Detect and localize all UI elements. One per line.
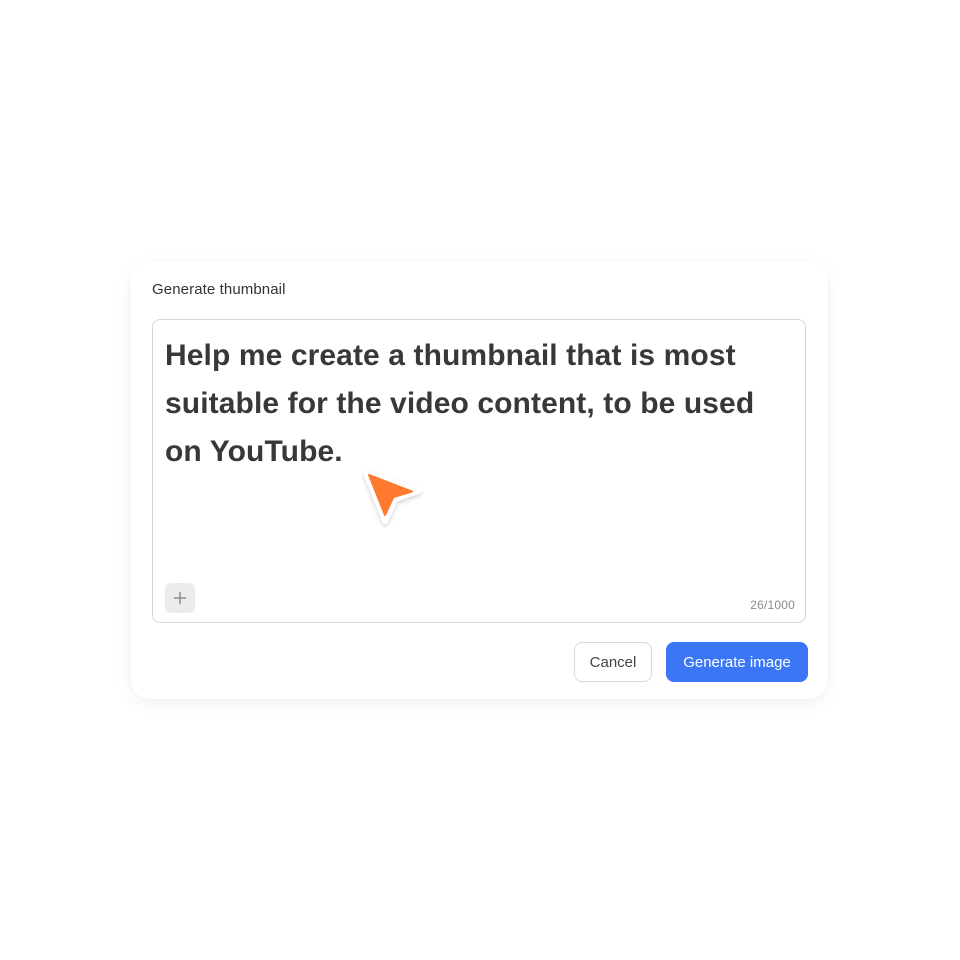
generate-image-button[interactable]: Generate image (666, 642, 808, 682)
generate-thumbnail-dialog: Generate thumbnail Help me create a thum… (131, 262, 828, 699)
plus-icon (173, 591, 187, 605)
add-attachment-button[interactable] (165, 583, 195, 613)
character-counter: 26/1000 (750, 598, 795, 612)
prompt-textarea[interactable]: Help me create a thumbnail that is most … (152, 319, 806, 623)
pointer-arrow-icon (363, 469, 421, 524)
cancel-button[interactable]: Cancel (574, 642, 652, 682)
prompt-text[interactable]: Help me create a thumbnail that is most … (165, 332, 790, 476)
canvas: Generate thumbnail Help me create a thum… (0, 0, 960, 960)
dialog-title: Generate thumbnail (152, 281, 286, 298)
